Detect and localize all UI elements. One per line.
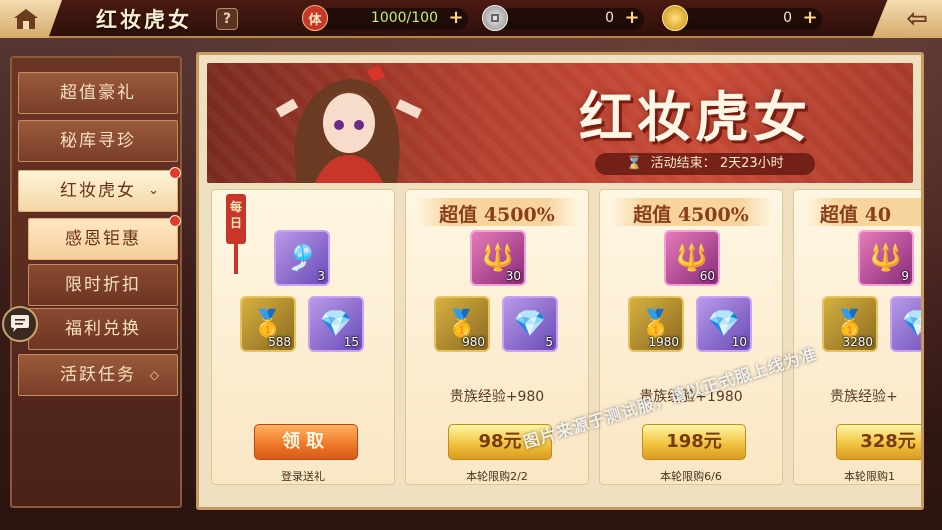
item-count: 5 (545, 335, 553, 349)
sidebar: 超值豪礼 秘库寻珍 红妆虎女 ⌄ 感恩钜惠 限时折扣 福利兑换 活跃任务 ◇ (10, 56, 182, 508)
item-slot[interactable]: 💎 15 (308, 296, 364, 352)
stamina-add-button[interactable]: + (446, 9, 466, 29)
chat-button[interactable] (2, 306, 38, 342)
sidebar-item-welfare-exchange[interactable]: 福利兑换 (28, 308, 178, 350)
stamina-counter: 1000/100 + (316, 8, 468, 30)
item-count: 60 (699, 269, 715, 283)
chevron-down-icon: ⌄ (148, 183, 161, 198)
buy-button[interactable]: 198元 (642, 424, 746, 460)
sidebar-item-value-gift[interactable]: 超值豪礼 (18, 72, 178, 114)
item-count: 30 (505, 269, 521, 283)
gift-pack-card: 超值 40 🔱 9 🥇 3280 💎 贵族经验+ 328元 本轮限购1 (793, 189, 921, 485)
home-button[interactable] (0, 0, 62, 38)
silver-add-button[interactable]: + (622, 9, 642, 29)
item-count: 1980 (648, 335, 679, 349)
limit-text: 本轮限购1 (844, 470, 895, 483)
noble-exp-text: 贵族经验+ (830, 389, 898, 405)
item-count: 3280 (842, 335, 873, 349)
top-bar: 红妆虎女 ? 体 1000/100 + 0 + 0 + ⇦ (0, 0, 942, 38)
silver-value: 0 (605, 10, 614, 26)
daily-tag: 每日 (226, 194, 246, 244)
back-button[interactable]: ⇦ (872, 0, 942, 38)
noble-exp-text: 贵族经验+980 (449, 389, 545, 405)
ruby-pendant-icon: 💎 (892, 298, 921, 350)
item-count: 588 (268, 335, 291, 349)
item-count: 15 (343, 335, 359, 349)
item-slot[interactable]: 🥇 3280 (822, 296, 878, 352)
sidebar-item-tiger-lady[interactable]: 红妆虎女 ⌄ (18, 167, 181, 212)
hourglass-icon: ⌛ (626, 156, 643, 171)
home-icon (14, 9, 38, 29)
gold-value: 0 (783, 10, 792, 26)
item-slot[interactable]: 🔱 9 (858, 230, 914, 286)
sidebar-item-label: 活跃任务 (60, 365, 136, 385)
claim-button[interactable]: 领取 (254, 424, 358, 460)
stamina-value: 1000/100 (370, 10, 438, 26)
sidebar-item-flash-sale[interactable]: 限时折扣 (28, 264, 178, 306)
item-slot[interactable]: 🔱 30 (470, 230, 526, 286)
item-slot[interactable]: 💎 5 (502, 296, 558, 352)
banner-title: 红妆虎女 (579, 85, 811, 149)
limit-text: 本轮限购2/2 (466, 470, 528, 483)
item-count: 9 (901, 269, 909, 283)
item-count: 10 (731, 335, 747, 349)
item-slot[interactable]: 💎 (890, 296, 921, 352)
item-count: 980 (462, 335, 485, 349)
page-title: 红妆虎女 (96, 7, 192, 32)
notification-dot (169, 215, 181, 227)
item-slot[interactable]: 🥇 588 (240, 296, 296, 352)
silver-counter: 0 + (496, 8, 644, 30)
sidebar-item-label: 限时折扣 (65, 275, 141, 295)
item-slot[interactable]: 🥇 980 (434, 296, 490, 352)
silver-coin-icon (482, 5, 508, 31)
stamina-icon: 体 (302, 5, 328, 31)
card-title: 超值 40 (820, 204, 892, 226)
gold-add-button[interactable]: + (800, 9, 820, 29)
daily-gift-card: 每日 🎐 3 🥇 588 💎 15 领取 登录送礼 (211, 189, 395, 485)
chat-bubble-icon (11, 315, 29, 332)
buy-button[interactable]: 328元 (836, 424, 921, 460)
diamond-icon: ◇ (149, 368, 161, 382)
card-title: 超值 4500% (633, 204, 749, 226)
character-portrait (275, 65, 422, 183)
event-timer: ⌛ 活动结束： 2天23小时 (595, 153, 815, 175)
sidebar-item-label: 红妆虎女 (60, 181, 136, 201)
item-slot[interactable]: 🥇 1980 (628, 296, 684, 352)
help-button[interactable]: ? (216, 8, 238, 30)
sidebar-item-treasure-hunt[interactable]: 秘库寻珍 (18, 120, 178, 162)
sidebar-item-thanks-offer[interactable]: 感恩钜惠 (28, 215, 181, 260)
gold-ingot-icon (662, 5, 688, 31)
notification-dot (169, 167, 181, 179)
gift-pack-card: 超值 4500% 🔱 60 🥇 1980 💎 10 贵族经验+1980 198元… (599, 189, 783, 485)
limit-text: 本轮限购6/6 (660, 470, 722, 483)
sidebar-item-label: 福利兑换 (65, 319, 141, 339)
limit-text: 登录送礼 (281, 470, 325, 483)
arrow-left-icon: ⇦ (906, 4, 928, 34)
card-title: 超值 4500% (439, 204, 555, 226)
item-count: 3 (317, 269, 325, 283)
gold-counter: 0 + (676, 8, 822, 30)
sidebar-item-label: 感恩钜惠 (65, 229, 141, 249)
item-slot[interactable]: 🔱 60 (664, 230, 720, 286)
item-slot[interactable]: 💎 10 (696, 296, 752, 352)
sidebar-item-label: 超值豪礼 (60, 83, 136, 103)
timer-value: 2天23小时 (719, 156, 784, 171)
sidebar-item-label: 秘库寻珍 (60, 131, 136, 151)
sidebar-item-active-tasks[interactable]: 活跃任务 ◇ (18, 354, 178, 396)
timer-prefix: 活动结束： (650, 156, 716, 171)
event-banner: 红妆虎女 ⌛ 活动结束： 2天23小时 (207, 63, 913, 183)
item-slot[interactable]: 🎐 3 (274, 230, 330, 286)
